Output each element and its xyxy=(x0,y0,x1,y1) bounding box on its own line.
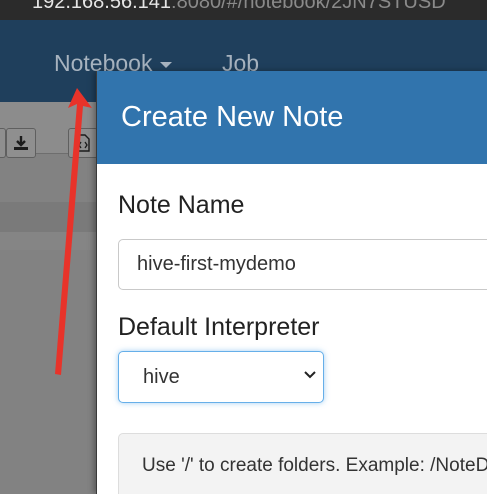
notebook-page-backdrop xyxy=(0,102,98,494)
url-host: 192.168.56.141 xyxy=(32,0,172,13)
modal-header: Create New Note xyxy=(97,71,487,164)
folder-hint-box: Use '/' to create folders. Example: /Not… xyxy=(118,433,487,494)
folder-hint-text: Use '/' to create folders. Example: /Not… xyxy=(142,455,487,476)
paragraph-row xyxy=(0,232,96,250)
url-path: :8080/#/notebook/2JN7STUSD xyxy=(171,0,446,13)
browser-address-bar[interactable]: 192.168.56.141:8080/#/notebook/2JN7STUSD xyxy=(0,0,487,20)
default-interpreter-select[interactable]: hive xyxy=(118,351,324,403)
caret-down-icon xyxy=(160,61,173,68)
default-interpreter-label: Default Interpreter xyxy=(118,313,320,341)
chevron-down-icon xyxy=(304,371,316,379)
interpreter-selected-value: hive xyxy=(143,366,180,388)
address-url: 192.168.56.141:8080/#/notebook/2JN7STUSD xyxy=(32,0,446,14)
paragraph-row xyxy=(0,202,96,232)
code-file-icon xyxy=(76,134,90,152)
download-icon xyxy=(14,136,28,150)
code-export-button[interactable] xyxy=(68,128,98,158)
download-button[interactable] xyxy=(6,128,36,158)
note-name-label: Note Name xyxy=(118,191,245,219)
create-note-modal: Create New Note Note Name Default Interp… xyxy=(96,71,487,494)
notebook-toolbar xyxy=(0,102,98,158)
note-name-input[interactable] xyxy=(118,239,487,290)
modal-title: Create New Note xyxy=(121,101,344,133)
